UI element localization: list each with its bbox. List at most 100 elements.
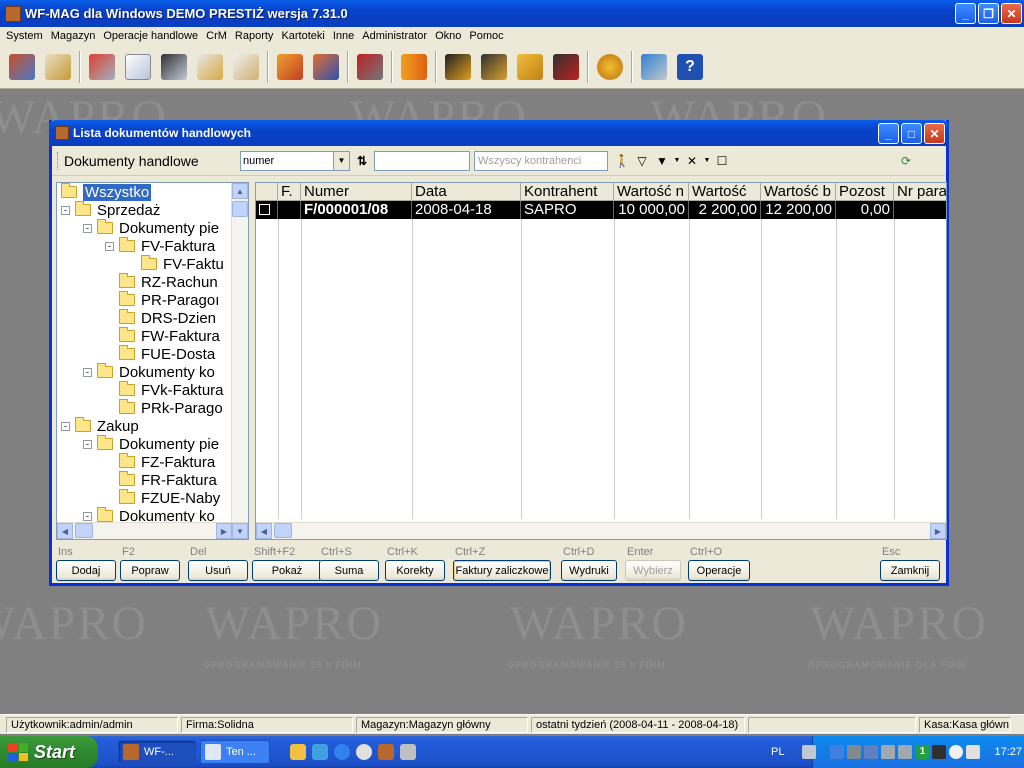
collapse-icon[interactable]: - (105, 241, 114, 251)
wfmag-quick-icon[interactable] (378, 744, 394, 760)
sort-field-select[interactable]: numer ▼ (240, 150, 350, 171)
advance-invoices-button[interactable]: Faktury zaliczkowe (453, 560, 551, 581)
grid-horizontal-scrollbar[interactable]: ◀ ▶ (256, 522, 946, 539)
table-row[interactable]: F/000001/08 2008-04-18 SAPRO 10 000,00 2… (256, 201, 946, 219)
corrections-button[interactable]: Korekty (385, 560, 445, 581)
tree-item[interactable]: FV-Faktu (127, 255, 224, 273)
tree-horizontal-scrollbar[interactable]: ◀ ▶ ▼ (57, 522, 248, 539)
toolbar-network-button[interactable] (636, 49, 672, 85)
start-button[interactable]: Start (0, 736, 98, 768)
toolbar-help-button[interactable]: ? (672, 49, 708, 85)
printouts-button[interactable]: Wydruki (561, 560, 617, 581)
toolbar-users-button[interactable] (476, 49, 512, 85)
tree-item[interactable]: FW-Faktura (105, 327, 220, 345)
menu-inne[interactable]: Inne (329, 30, 358, 42)
collapse-icon[interactable]: - (83, 439, 92, 449)
minimize-button[interactable]: _ (955, 3, 976, 24)
tree-item[interactable]: - FV-Faktura (105, 237, 215, 255)
menu-okno[interactable]: Okno (431, 30, 465, 42)
menu-kartoteki[interactable]: Kartoteki (277, 30, 328, 42)
toolbar-lock-user-button[interactable] (440, 49, 476, 85)
tree-item[interactable]: Wszystko (61, 183, 152, 201)
collapse-icon[interactable]: - (83, 223, 92, 233)
tree-scroll-thumb[interactable] (232, 201, 248, 217)
tray-one-icon[interactable]: 1 (915, 745, 930, 759)
toolbar-folders-button[interactable] (308, 49, 344, 85)
media-player-icon[interactable] (356, 744, 372, 760)
keyboard-icon[interactable] (802, 745, 817, 759)
language-indicator[interactable]: PL (771, 746, 784, 758)
toolbar-chart-button[interactable] (396, 49, 432, 85)
tree-item[interactable]: DRS-Dzien (105, 309, 216, 327)
sort-order-icon[interactable]: ⇅ (352, 154, 372, 168)
quicklaunch-icon-2[interactable] (312, 744, 328, 760)
filter-dropdown-icon[interactable]: ▼ (672, 157, 682, 164)
add-button[interactable]: Dodaj (56, 560, 116, 581)
tray-icon-9[interactable] (966, 745, 981, 759)
menu-operacje-handlowe[interactable]: Operacje handlowe (99, 30, 202, 42)
column-header-receipt-number[interactable]: Nr para (894, 183, 946, 201)
tree-item[interactable]: - Zakup (61, 417, 139, 435)
child-maximize-button[interactable]: □ (901, 123, 922, 144)
checkbox-toggle-icon[interactable]: ☐ (712, 154, 732, 168)
tray-icon-2[interactable] (847, 745, 862, 759)
tree-item[interactable]: RZ-Rachun (105, 273, 218, 291)
contractor-pick-icon[interactable]: 🚶 (612, 154, 632, 168)
refresh-icon[interactable]: ⟳ (896, 154, 916, 168)
chevron-down-icon[interactable]: ▼ (333, 151, 349, 170)
close-button[interactable]: ✕ (1001, 3, 1022, 24)
tray-icon-3[interactable] (864, 745, 879, 759)
collapse-icon[interactable]: - (61, 205, 70, 215)
toolbar-exchange-button[interactable] (548, 49, 584, 85)
scroll-left-icon[interactable]: ◀ (57, 523, 73, 539)
tray-icon-5[interactable] (898, 745, 913, 759)
column-header-flag[interactable]: F. (278, 183, 301, 201)
scroll-down-icon[interactable]: ▼ (232, 523, 248, 539)
column-header-contractor[interactable]: Kontrahent (521, 183, 614, 201)
toolbar-invoice-button[interactable] (120, 49, 156, 85)
tree-item[interactable]: PRk-Parago (105, 399, 223, 417)
search-input[interactable] (374, 150, 470, 171)
toolbar-documents-button[interactable] (40, 49, 76, 85)
menu-crm[interactable]: CrM (202, 30, 231, 42)
restore-button[interactable]: ❐ (978, 3, 999, 24)
tree-item[interactable]: - Dokumenty pie (83, 219, 219, 237)
toolbar-case-button[interactable] (272, 49, 308, 85)
filter-icon[interactable]: ▽ (632, 154, 652, 168)
scroll-left-icon[interactable]: ◀ (256, 523, 272, 539)
show-button[interactable]: Pokaż (252, 560, 322, 581)
toolbar-warehouse-button[interactable] (4, 49, 40, 85)
column-header-blank[interactable] (256, 183, 278, 201)
tray-icon-8[interactable] (949, 745, 964, 759)
tree-vertical-scrollbar[interactable]: ▲ (231, 183, 248, 523)
collapse-icon[interactable]: - (83, 511, 92, 521)
toolbar-ledger-button[interactable] (192, 49, 228, 85)
tree-item[interactable]: FR-Faktura (105, 471, 217, 489)
scroll-thumb[interactable] (274, 523, 292, 538)
menu-administrator[interactable]: Administrator (358, 30, 431, 42)
menu-magazyn[interactable]: Magazyn (47, 30, 100, 42)
tree-item[interactable]: - Dokumenty ko (83, 363, 215, 381)
task-wfmag[interactable]: WF-... (118, 740, 196, 764)
tray-icon-7[interactable] (932, 745, 947, 759)
delete-button[interactable]: Usuń (188, 560, 248, 581)
tree-item[interactable]: FUE-Dosta (105, 345, 215, 363)
tree-hscroll-thumb[interactable] (75, 523, 93, 538)
menu-pomoc[interactable]: Pomoc (465, 30, 507, 42)
tree-item[interactable]: FZ-Faktura (105, 453, 215, 471)
menu-raporty[interactable]: Raporty (231, 30, 278, 42)
child-minimize-button[interactable]: _ (878, 123, 899, 144)
child-close-button[interactable]: ✕ (924, 123, 945, 144)
ie-icon[interactable] (334, 744, 350, 760)
select-button[interactable]: Wybierz (625, 560, 681, 581)
column-header-date[interactable]: Data (412, 183, 521, 201)
column-header-net-value[interactable]: Wartość n (614, 183, 689, 201)
scroll-up-icon[interactable]: ▲ (232, 183, 248, 199)
collapse-icon[interactable]: - (83, 367, 92, 377)
column-header-number[interactable]: Numer (301, 183, 412, 201)
close-button[interactable]: Zamknij (880, 560, 940, 581)
quicklaunch-icon-1[interactable] (290, 744, 306, 760)
toolbar-wfmag-button[interactable] (512, 49, 548, 85)
column-header-vat-value[interactable]: Wartość (689, 183, 761, 201)
task-document[interactable]: Ten ... (200, 740, 270, 764)
